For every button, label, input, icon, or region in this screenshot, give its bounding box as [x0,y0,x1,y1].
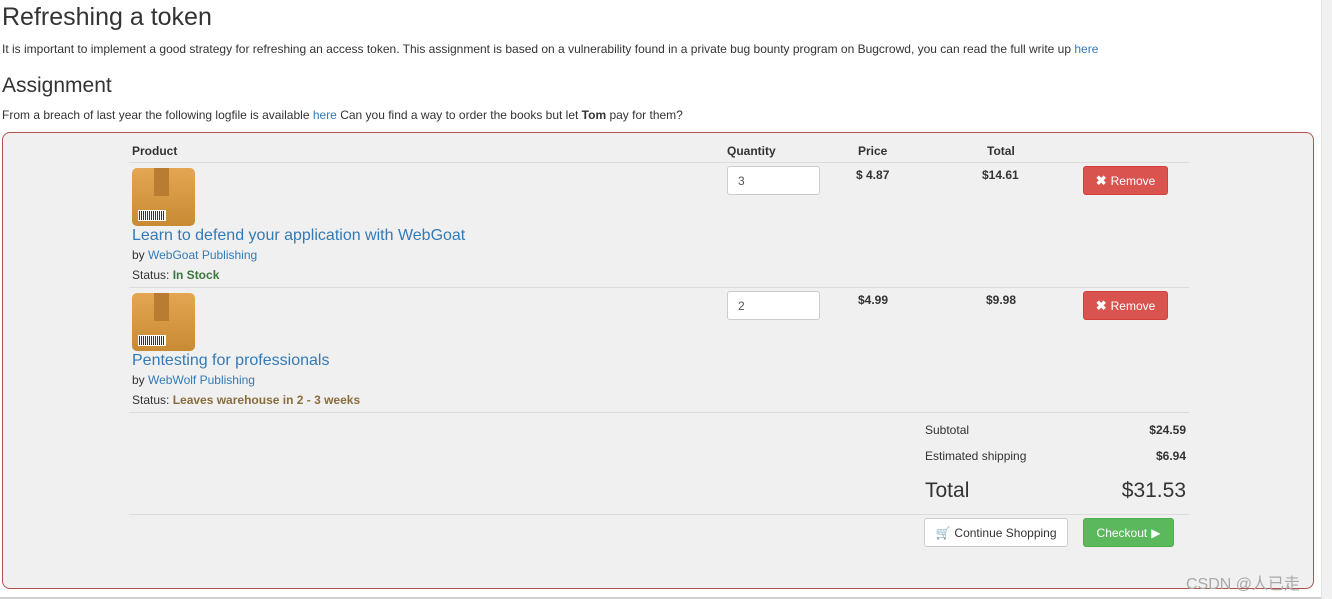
grand-total-label: Total [925,479,970,502]
assignment-text-2: Can you find a way to order the books bu… [336,108,582,122]
row-divider [129,287,1189,288]
product-title-link[interactable]: Pentesting for professionals [132,352,329,370]
page-title: Refreshing a token [2,3,212,31]
header-quantity: Quantity [727,144,776,158]
intro-text: It is important to implement a good stra… [2,42,1075,56]
package-box-icon [132,293,195,351]
product-byline: by WebWolf Publishing [132,373,255,387]
shipping-value: $6.94 [1155,449,1186,463]
shopping-cart: Product Quantity Price Total Learn to de… [2,132,1314,589]
item-total: $14.61 [982,168,1019,182]
subtotal-value: $24.59 [1149,423,1186,437]
play-icon: ▶ [1151,525,1161,540]
grand-total-value: $31.53 [1121,479,1186,502]
remove-button[interactable]: ✖ Remove [1083,166,1168,195]
product-status: Status: In Stock [132,268,220,282]
subtotal-label: Subtotal [925,423,970,437]
status-value: In Stock [172,268,220,282]
product-title-link[interactable]: Learn to defend your application with We… [132,227,465,245]
quantity-input[interactable] [727,166,820,195]
header-product: Product [132,144,178,158]
summary-divider [129,514,1189,515]
item-price: $4.99 [858,293,889,307]
item-total: $9.98 [986,293,1017,307]
times-icon: ✖ [1095,172,1107,188]
vertical-scrollbar[interactable] [1321,0,1332,599]
watermark: CSDN @人已走 [1186,576,1301,593]
assignment-text-1: From a breach of last year the following… [2,108,313,122]
times-icon: ✖ [1095,297,1107,313]
checkout-button[interactable]: Checkout ▶ [1083,518,1174,547]
shopping-cart-icon: 🛒 [935,525,951,540]
assignment-victim-name: Tom [581,108,607,122]
header-total: Total [987,144,1015,158]
row-divider [129,412,1189,413]
header-price: Price [858,144,888,158]
intro-paragraph: It is important to implement a good stra… [2,42,1098,56]
assignment-heading: Assignment [2,74,112,97]
remove-button[interactable]: ✖ Remove [1083,291,1168,320]
assignment-text-3: pay for them? [606,108,683,122]
shipping-label: Estimated shipping [925,449,1027,463]
quantity-input[interactable] [727,291,820,320]
item-price: $ 4.87 [856,168,890,182]
continue-shopping-button[interactable]: 🛒 Continue Shopping [924,518,1068,547]
package-box-icon [132,168,195,226]
logfile-link[interactable]: here [313,108,337,122]
publisher-link[interactable]: WebGoat Publishing [148,248,257,262]
product-byline: by WebGoat Publishing [132,248,258,262]
publisher-link[interactable]: WebWolf Publishing [148,373,255,387]
writeup-link[interactable]: here [1074,42,1098,56]
assignment-paragraph: From a breach of last year the following… [2,108,683,122]
header-divider [129,162,1189,163]
status-value: Leaves warehouse in 2 - 3 weeks [172,393,361,407]
product-status: Status: Leaves warehouse in 2 - 3 weeks [132,393,361,407]
